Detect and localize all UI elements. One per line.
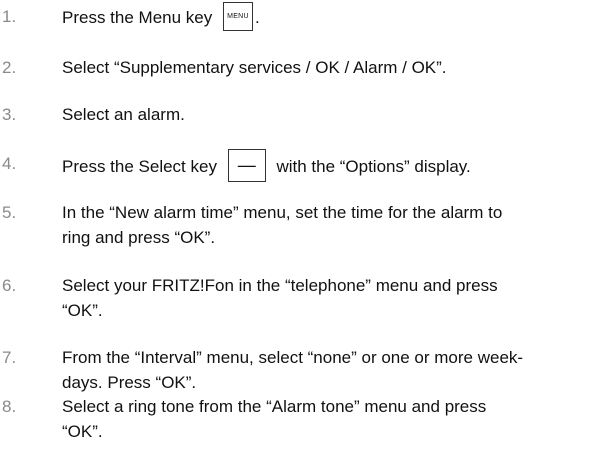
step-text-line: “OK”. — [62, 422, 103, 441]
step-text-after: with the “Options” display. — [276, 156, 471, 176]
step-number: 8. — [2, 397, 17, 416]
step-text-before: Press the Select key — [62, 156, 217, 176]
step-text: From the “Interval” menu, select “none” … — [62, 345, 602, 395]
step-text-line: days. Press “OK”. — [62, 373, 197, 392]
step-text-line: Select your FRITZ!Fon in the “telephone”… — [62, 276, 498, 295]
step-text: Press the Menu key MENU. — [62, 2, 602, 33]
step-number: 4. — [2, 154, 17, 173]
step-number: 3. — [2, 105, 17, 124]
step-text: Select an alarm. — [62, 105, 185, 124]
step-number: 1. — [2, 7, 17, 26]
step-text-line: “OK”. — [62, 301, 103, 320]
step-text: Select your FRITZ!Fon in the “telephone”… — [62, 273, 602, 323]
step-text: Select “Supplementary services / OK / Al… — [62, 58, 447, 77]
select-key-icon: — — [227, 149, 266, 182]
step-text: Press the Select key — with the “Options… — [62, 149, 602, 184]
menu-key-icon: MENU — [222, 2, 253, 31]
step-number: 2. — [2, 58, 17, 77]
step-text-after: . — [254, 7, 260, 27]
step-text-line: ring and press “OK”. — [62, 228, 216, 247]
step-number: 6. — [2, 276, 17, 295]
step-number: 7. — [2, 348, 17, 367]
step-text-line: Select a ring tone from the “Alarm tone”… — [62, 397, 487, 416]
step-text-line: From the “Interval” menu, select “none” … — [62, 348, 524, 367]
step-number: 5. — [2, 203, 17, 222]
step-text: In the “New alarm time” menu, set the ti… — [62, 200, 602, 250]
step-text-line: In the “New alarm time” menu, set the ti… — [62, 203, 503, 222]
step-text-before: Press the Menu key — [62, 7, 213, 27]
step-text: Select a ring tone from the “Alarm tone”… — [62, 394, 602, 444]
